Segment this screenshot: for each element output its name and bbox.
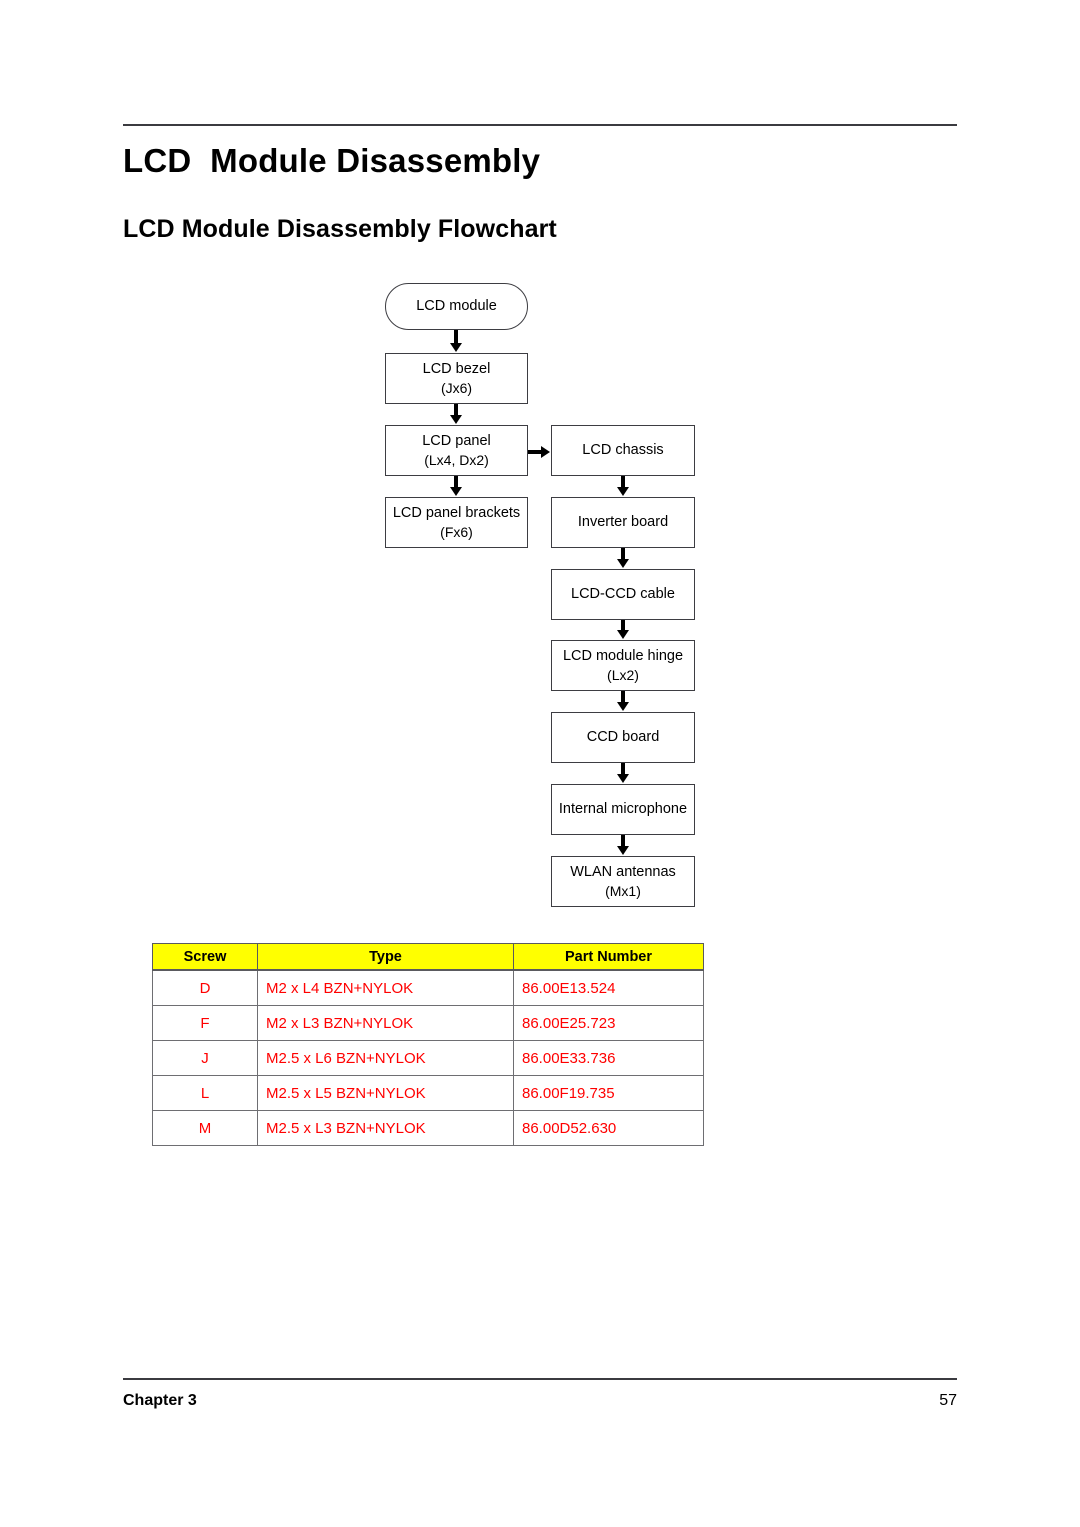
cell-type: M2.5 x L3 BZN+NYLOK xyxy=(257,1110,514,1146)
flow-node-label: LCD bezel xyxy=(422,360,491,377)
flow-node-lcd-ccd-cable: LCD-CCD cable xyxy=(551,569,695,620)
footer-rule xyxy=(123,1378,957,1380)
flow-node-lcd-module-hinge: LCD module hinge (Lx2) xyxy=(551,640,695,691)
table-row: M M2.5 x L3 BZN+NYLOK 86.00D52.630 xyxy=(152,1110,704,1146)
flow-node-ccd-board: CCD board xyxy=(551,712,695,763)
cell-type: M2 x L4 BZN+NYLOK xyxy=(257,969,514,1006)
flow-node-inverter-board: Inverter board xyxy=(551,497,695,548)
flow-node-sublabel: (Fx6) xyxy=(440,523,473,540)
table-row: F M2 x L3 BZN+NYLOK 86.00E25.723 xyxy=(152,1005,704,1041)
cell-part-number: 86.00E25.723 xyxy=(513,1005,704,1041)
cell-type: M2.5 x L6 BZN+NYLOK xyxy=(257,1040,514,1076)
cell-part-number: 86.00F19.735 xyxy=(513,1075,704,1111)
flow-node-label: LCD chassis xyxy=(582,442,664,458)
cell-screw: M xyxy=(152,1110,258,1146)
flow-node-label: LCD panel brackets xyxy=(392,504,521,521)
flow-node-label: LCD-CCD cable xyxy=(571,586,675,602)
cell-type: M2 x L3 BZN+NYLOK xyxy=(257,1005,514,1041)
flow-node-lcd-panel-brackets: LCD panel brackets (Fx6) xyxy=(385,497,528,548)
flow-node-wlan-antennas: WLAN antennas (Mx1) xyxy=(551,856,695,907)
flow-node-lcd-bezel: LCD bezel (Jx6) xyxy=(385,353,528,404)
column-header-type: Type xyxy=(257,943,514,971)
flow-node-internal-microphone: Internal microphone xyxy=(551,784,695,835)
table-header-row: Screw Type Part Number xyxy=(152,943,704,971)
cell-part-number: 86.00D52.630 xyxy=(513,1110,704,1146)
flow-node-label: Internal microphone xyxy=(558,801,688,817)
cell-screw: L xyxy=(152,1075,258,1111)
flow-node-sublabel: (Mx1) xyxy=(605,882,641,899)
lcd-module-disassembly-flowchart: LCD module LCD bezel (Jx6) LCD panel (Lx… xyxy=(0,0,1080,1527)
cell-screw: D xyxy=(152,969,258,1006)
flow-node-sublabel: (Lx2) xyxy=(607,666,639,683)
screw-reference-table: Screw Type Part Number D M2 x L4 BZN+NYL… xyxy=(152,943,704,1146)
flow-node-label: Inverter board xyxy=(577,514,669,530)
table-row: D M2 x L4 BZN+NYLOK 86.00E13.524 xyxy=(152,969,704,1006)
flow-node-lcd-chassis: LCD chassis xyxy=(551,425,695,476)
cell-screw: F xyxy=(152,1005,258,1041)
footer-chapter-label: Chapter 3 xyxy=(123,1392,197,1409)
flow-node-label: LCD module xyxy=(416,298,497,314)
flow-node-lcd-module: LCD module xyxy=(385,283,528,330)
flow-node-label: WLAN antennas xyxy=(570,863,676,880)
flow-node-label: CCD board xyxy=(586,729,660,745)
flow-node-label: LCD module hinge xyxy=(562,647,684,664)
cell-screw: J xyxy=(152,1040,258,1076)
cell-type: M2.5 x L5 BZN+NYLOK xyxy=(257,1075,514,1111)
column-header-screw: Screw xyxy=(152,943,258,971)
flow-node-sublabel: (Lx4, Dx2) xyxy=(424,451,489,468)
table-row: J M2.5 x L6 BZN+NYLOK 86.00E33.736 xyxy=(152,1040,704,1076)
table-row: L M2.5 x L5 BZN+NYLOK 86.00F19.735 xyxy=(152,1075,704,1111)
column-header-part-number: Part Number xyxy=(513,943,704,971)
cell-part-number: 86.00E33.736 xyxy=(513,1040,704,1076)
footer-page-number: 57 xyxy=(939,1392,957,1409)
flow-node-label: LCD panel xyxy=(422,432,491,449)
cell-part-number: 86.00E13.524 xyxy=(513,969,704,1006)
flow-node-sublabel: (Jx6) xyxy=(440,379,473,396)
flow-node-lcd-panel: LCD panel (Lx4, Dx2) xyxy=(385,425,528,476)
